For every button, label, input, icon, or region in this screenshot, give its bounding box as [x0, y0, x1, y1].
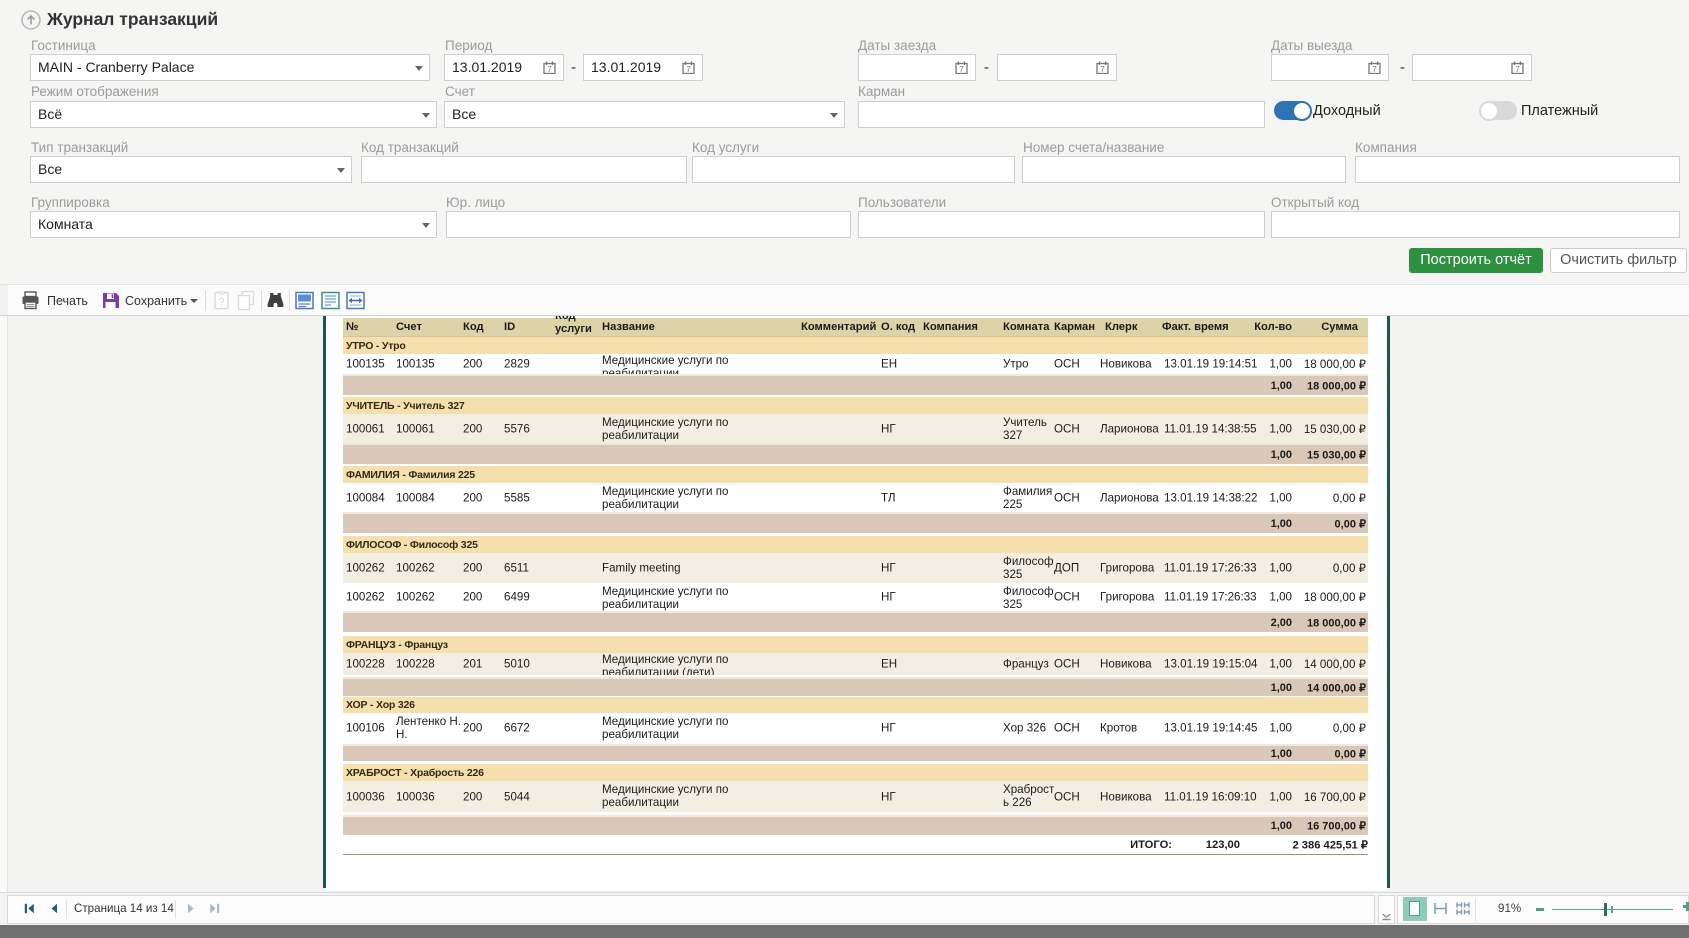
svg-text:?: ? [219, 297, 225, 308]
svg-text:7: 7 [1100, 65, 1105, 74]
svg-text:7: 7 [1515, 65, 1520, 74]
svg-text:7: 7 [547, 65, 552, 74]
svg-text:7: 7 [959, 65, 964, 74]
svg-text:7: 7 [686, 65, 691, 74]
svg-text:7: 7 [1372, 65, 1377, 74]
